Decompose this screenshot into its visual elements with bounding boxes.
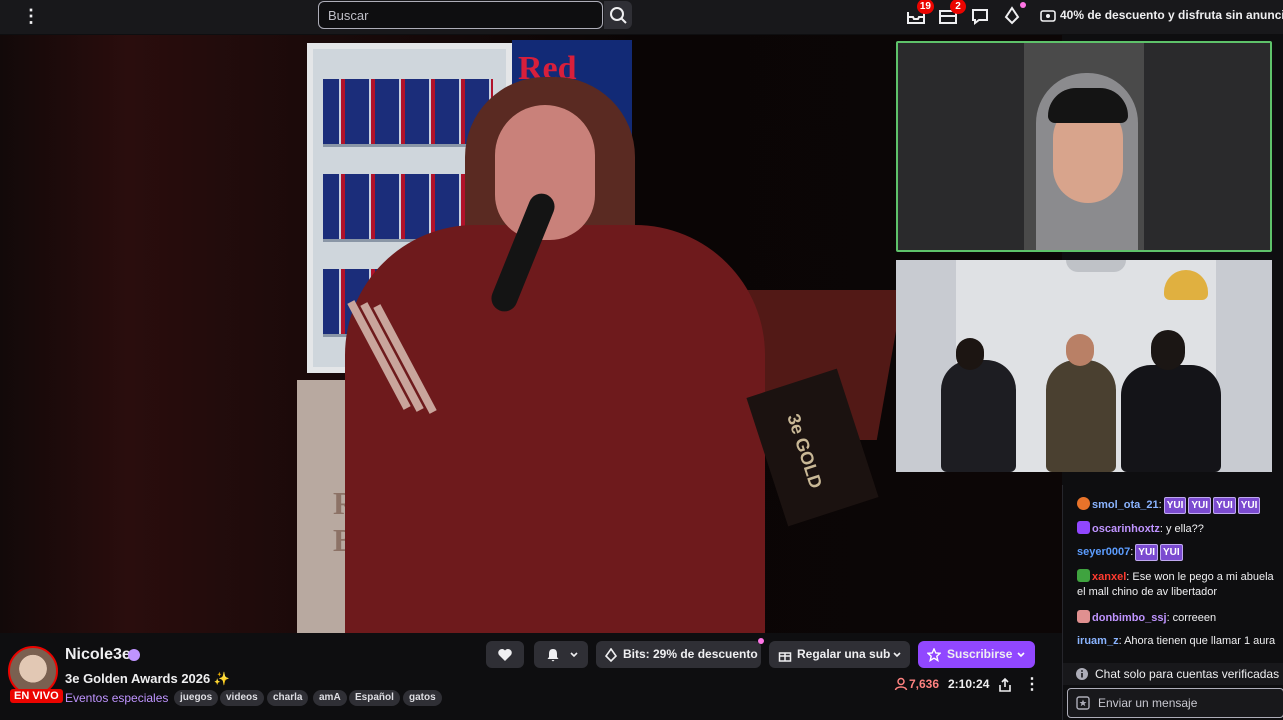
chat-message-input[interactable] (1067, 688, 1283, 718)
star-icon (927, 648, 941, 662)
badge-icon (1077, 569, 1090, 582)
bits-discount-label: Bits: 29% de descuento (623, 647, 758, 661)
chevron-down-icon (570, 652, 578, 658)
chat-text: Ahora tienen que llamar 1 aura (1121, 635, 1276, 647)
chat-username[interactable]: xanxel (1092, 571, 1126, 583)
ad-free-icon (1040, 10, 1056, 22)
notifications-button[interactable]: 2 (936, 0, 966, 28)
chevron-down-icon (893, 652, 901, 658)
more-options-icon[interactable]: ⋮ (22, 6, 40, 28)
emote[interactable]: YUI (1188, 497, 1212, 514)
channel-name[interactable]: Nicole3e (65, 646, 131, 664)
subscribe-label: Suscribirse (947, 647, 1013, 661)
gift-sub-button[interactable]: Regalar una sub (769, 641, 910, 668)
whispers-icon (972, 9, 988, 25)
stream-tag[interactable]: amA (313, 690, 347, 706)
chat-username[interactable]: smol_ota_21 (1092, 499, 1159, 511)
gift-sub-label: Regalar una sub (797, 647, 891, 661)
bits-button[interactable] (1000, 2, 1026, 28)
bell-icon (547, 649, 559, 662)
stream-info-bar: EN VIVO Nicole3e 3e Golden Awards 2026 ✨… (0, 633, 1062, 720)
stream-tag[interactable]: charla (267, 690, 309, 706)
chat-message: donbimbo_ssj: correeen (1077, 610, 1283, 626)
viewers-icon (894, 677, 908, 691)
bits-dot (1020, 2, 1026, 8)
emote[interactable]: YUI (1237, 497, 1261, 514)
chat-username[interactable]: iruam_z (1077, 635, 1119, 647)
badge-icon (1077, 521, 1090, 534)
subscribe-button[interactable]: Suscribirse (918, 641, 1035, 668)
stream-uptime: 2:10:24 (948, 677, 990, 691)
search-button[interactable] (604, 1, 632, 29)
chat-message: oscarinhoxtz: y ella?? (1077, 521, 1283, 537)
follow-button[interactable] (486, 641, 524, 668)
emote[interactable]: YUI (1213, 497, 1236, 514)
search-icon (610, 7, 627, 24)
heart-icon (498, 649, 512, 661)
chat-message: seyer0007: YUI YUI (1077, 544, 1283, 561)
stream-tag[interactable]: Español (349, 690, 400, 706)
badge-icon (1077, 610, 1090, 623)
chat-panel: smol_ota_21: YUI YUI YUI YUI oscarinhoxtz: y… (1062, 485, 1283, 720)
bits-discount-button[interactable]: Bits: 29% de descuento (596, 638, 764, 668)
promo-text: 40% de descuento y disfruta sin anuncios (1060, 8, 1283, 22)
chevron-down-icon (1017, 652, 1025, 658)
chat-username[interactable]: oscarinhoxtz (1092, 523, 1160, 535)
more-options-icon[interactable]: ⋮ (1024, 674, 1040, 694)
webcam-overlay-solo (896, 41, 1272, 252)
top-navigation-bar: ⋮ 19 2 40% de descuento (0, 0, 1283, 34)
chat-text: correeen (1169, 612, 1217, 624)
viewer-count: 7,636 (909, 677, 940, 691)
stream-title: 3e Golden Awards 2026 ✨ (65, 671, 231, 686)
award-card-text: 3e GOLD (783, 411, 827, 491)
inbox-button[interactable]: 19 (904, 0, 934, 28)
chat-username[interactable]: donbimbo_ssj (1092, 612, 1167, 624)
whispers-button[interactable] (968, 4, 992, 28)
emote[interactable]: YUI (1163, 497, 1187, 514)
stream-tag[interactable]: gatos (403, 690, 442, 706)
bits-gem-icon (1004, 6, 1020, 25)
chat-message: xanxel: Ese won le pego a mi abuela el ma… (1077, 569, 1274, 598)
bits-gem-icon (604, 648, 618, 662)
share-icon[interactable] (997, 677, 1013, 693)
emote[interactable]: YUI (1135, 544, 1158, 561)
stream-tag[interactable]: videos (220, 690, 264, 706)
chat-mode-notice: Chat solo para cuentas verificadas (1063, 663, 1283, 685)
chat-notice-text: Chat solo para cuentas verificadas (1095, 667, 1280, 681)
verified-icon (128, 649, 140, 661)
search-input[interactable] (318, 1, 603, 29)
turbo-promo-button[interactable]: 40% de descuento y disfruta sin anuncios (1040, 6, 1283, 26)
chat-text: y ella?? (1162, 523, 1204, 535)
chat-message: iruam_z: Ahora tienen que llamar 1 aura (1077, 635, 1276, 647)
chat-badge-icon[interactable] (1076, 696, 1090, 710)
info-icon (1076, 668, 1088, 680)
stream-tag[interactable]: juegos (174, 690, 219, 706)
live-badge: EN VIVO (10, 689, 63, 703)
inbox-count-badge: 19 (916, 0, 934, 14)
bits-discount-dot (758, 638, 764, 644)
badge-icon (1077, 497, 1090, 510)
chat-text: el mall chino de av libertador (1077, 586, 1218, 598)
chat-message: smol_ota_21: YUI YUI YUI YUI (1077, 497, 1283, 514)
chat-text: Ese won le pego a mi abuela (1129, 571, 1274, 583)
notifications-toggle-button[interactable] (534, 641, 588, 668)
performer-jacket (345, 225, 765, 633)
stream-category-link[interactable]: Eventos especiales (65, 691, 168, 705)
webcam-overlay-group (896, 260, 1272, 472)
gift-icon (778, 652, 792, 662)
emote[interactable]: YUI (1159, 544, 1183, 561)
notifications-count-badge: 2 (950, 0, 966, 14)
chat-username[interactable]: seyer0007 (1077, 546, 1130, 558)
